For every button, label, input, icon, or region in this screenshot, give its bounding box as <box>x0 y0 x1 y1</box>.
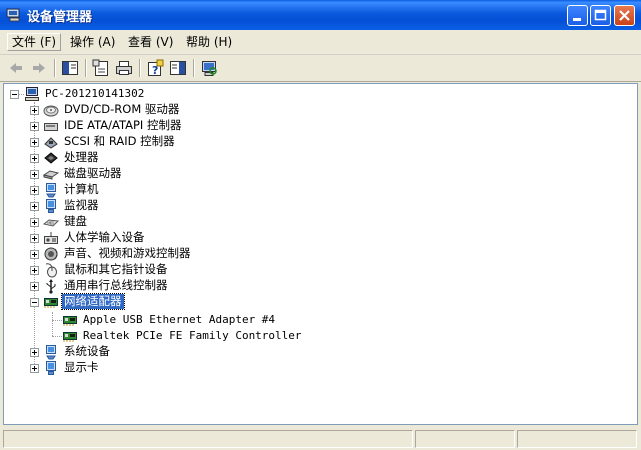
maximize-button[interactable] <box>590 5 611 26</box>
tree-node-label: Realtek PCIe FE Family Controller <box>83 329 302 342</box>
toolbar: ? <box>0 55 641 82</box>
collapse-toggle[interactable] <box>30 298 39 307</box>
scsi-controller-icon <box>44 137 58 149</box>
properties-icon[interactable] <box>91 58 111 78</box>
expand-toggle[interactable] <box>30 186 39 195</box>
tree-node-label: 计算机 <box>64 182 99 196</box>
tree-node-label: SCSI 和 RAID 控制器 <box>64 134 175 148</box>
show-hide-action-pane-icon[interactable] <box>168 58 188 78</box>
root-collapse-toggle[interactable] <box>10 90 19 99</box>
minimize-icon <box>573 18 581 21</box>
display-adapter-icon <box>46 361 56 375</box>
system-device-icon <box>46 345 56 360</box>
tree-node-label: DVD/CD-ROM 驱动器 <box>64 102 180 116</box>
tree-node-label: 网络适配器 <box>61 293 125 310</box>
sound-icon <box>44 247 58 261</box>
network-card-icon <box>63 332 77 342</box>
mouse-icon <box>45 263 57 278</box>
status-pane-tertiary <box>517 430 637 448</box>
network-adapter-icon <box>44 298 58 308</box>
status-bar <box>0 428 641 450</box>
device-tree[interactable]: PC-201210141302 DVD/CD-ROM 驱动器 IDE ATA/A… <box>3 83 638 425</box>
back-arrow-icon[interactable] <box>6 58 26 78</box>
expand-toggle[interactable] <box>30 218 39 227</box>
menu-bar: 文件 (F) 操作 (A) 查看 (V) 帮助 (H) <box>0 30 641 55</box>
tree-root-label: PC-201210141302 <box>45 87 145 100</box>
cdrom-icon <box>43 105 59 117</box>
show-hide-console-tree-icon[interactable] <box>60 58 80 78</box>
tree-node-label: 监视器 <box>64 198 99 212</box>
disk-drive-icon <box>43 170 59 180</box>
tree-node-label: Apple USB Ethernet Adapter #4 <box>83 313 276 326</box>
tree-node-label: 鼠标和其它指针设备 <box>64 262 168 276</box>
tree-node-label: 显示卡 <box>64 360 99 374</box>
computer-small-icon <box>46 183 56 198</box>
monitor-icon <box>46 199 56 213</box>
close-icon <box>619 10 630 21</box>
tree-node-label: 系统设备 <box>64 344 110 358</box>
tree-node-label: 通用串行总线控制器 <box>64 278 168 292</box>
expand-toggle[interactable] <box>30 138 39 147</box>
ide-controller-icon <box>44 123 58 131</box>
menu-action[interactable]: 操作 (A) <box>66 33 119 51</box>
window-title: 设备管理器 <box>27 10 93 25</box>
computer-icon <box>25 87 39 101</box>
title-bar[interactable]: 设备管理器 <box>0 0 641 30</box>
expand-toggle[interactable] <box>30 282 39 291</box>
keyboard-icon <box>43 219 59 227</box>
forward-arrow-icon[interactable] <box>29 58 49 78</box>
scan-hardware-icon[interactable] <box>199 58 219 78</box>
tree-node-label: 声音、视频和游戏控制器 <box>64 246 191 260</box>
tree-node-label: IDE ATA/ATAPI 控制器 <box>64 118 182 132</box>
expand-toggle[interactable] <box>30 170 39 179</box>
maximize-icon <box>594 9 607 21</box>
status-pane-secondary <box>415 430 515 448</box>
usb-icon <box>46 279 56 294</box>
menu-file[interactable]: 文件 (F) <box>7 33 62 51</box>
tree-node-label: 磁盘驱动器 <box>64 166 122 180</box>
device-manager-icon <box>6 8 20 22</box>
close-button[interactable] <box>614 5 635 26</box>
tree-node-label: 键盘 <box>64 214 87 228</box>
tree-node-label: 人体学输入设备 <box>64 230 145 244</box>
processor-icon <box>44 152 58 164</box>
status-pane-main <box>3 430 413 448</box>
print-icon[interactable] <box>114 58 134 78</box>
menu-view[interactable]: 查看 (V) <box>124 33 177 51</box>
menu-help[interactable]: 帮助 (H) <box>182 33 236 51</box>
expand-toggle[interactable] <box>30 202 39 211</box>
expand-toggle[interactable] <box>30 154 39 163</box>
expand-toggle[interactable] <box>30 234 39 243</box>
network-card-icon <box>63 316 77 326</box>
minimize-button[interactable] <box>567 5 588 26</box>
help-icon[interactable]: ? <box>145 58 165 78</box>
expand-toggle[interactable] <box>30 106 39 115</box>
expand-toggle[interactable] <box>30 250 39 259</box>
tree-node-label: 处理器 <box>64 150 99 164</box>
hid-icon <box>44 232 58 244</box>
expand-toggle[interactable] <box>30 122 39 131</box>
expand-toggle[interactable] <box>30 266 39 275</box>
expand-toggle[interactable] <box>30 348 39 357</box>
expand-toggle[interactable] <box>30 364 39 373</box>
